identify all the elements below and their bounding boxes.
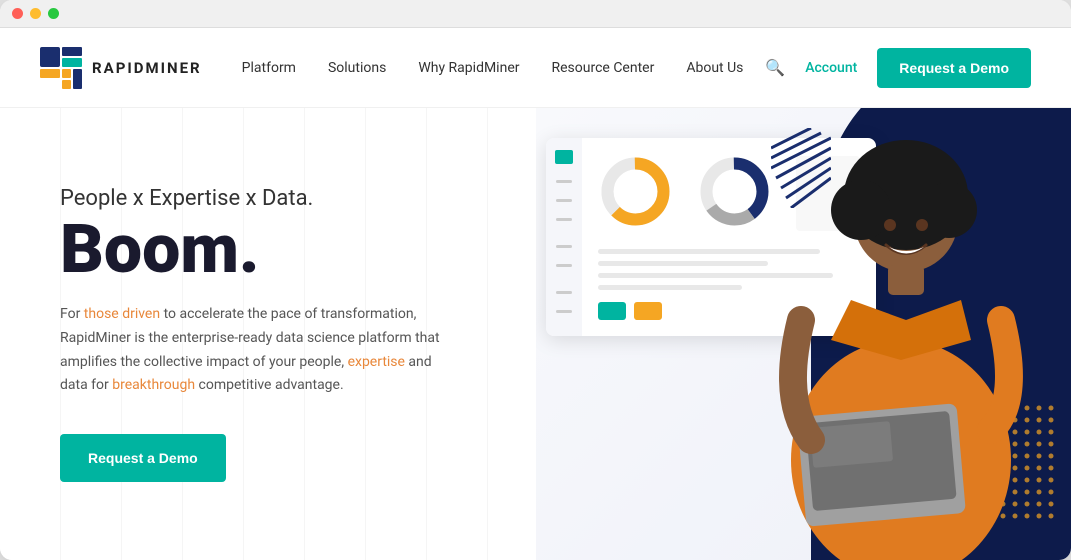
dash-btn-1: [598, 302, 626, 320]
logo-area[interactable]: RAPIDMINER: [40, 47, 202, 89]
close-dot[interactable]: [12, 8, 23, 19]
dash-icon-5: [556, 245, 572, 248]
dash-icon-4: [556, 218, 572, 221]
hero-section: People x Expertise x Data. Boom. For tho…: [0, 108, 1071, 560]
bar-2: [598, 261, 768, 266]
browser-window: RAPIDMINER Platform Solutions Why RapidM…: [0, 0, 1071, 560]
nav-solutions[interactable]: Solutions: [328, 60, 386, 76]
account-link[interactable]: Account: [805, 60, 857, 76]
hero-cta-button[interactable]: Request a Demo: [60, 434, 226, 482]
hero-right: [536, 108, 1071, 560]
nav-why-rapidminer[interactable]: Why RapidMiner: [418, 60, 519, 76]
hero-title: Boom.: [60, 215, 476, 283]
dash-btn-2: [634, 302, 662, 320]
search-icon[interactable]: 🔍: [765, 58, 785, 77]
bar-4: [598, 285, 742, 290]
page-content: RAPIDMINER Platform Solutions Why RapidM…: [0, 28, 1071, 560]
minimize-dot[interactable]: [30, 8, 41, 19]
nav-links: Platform Solutions Why RapidMiner Resour…: [242, 60, 766, 76]
browser-chrome: [0, 0, 1071, 28]
hero-description: For those driven to accelerate the pace …: [60, 303, 450, 398]
request-demo-nav-button[interactable]: Request a Demo: [877, 48, 1031, 88]
maximize-dot[interactable]: [48, 8, 59, 19]
dash-icon-3: [556, 199, 572, 202]
hero-left: People x Expertise x Data. Boom. For tho…: [0, 108, 536, 560]
nav-resource-center[interactable]: Resource Center: [552, 60, 655, 76]
logo-text: RAPIDMINER: [92, 59, 202, 77]
dash-icon-2: [556, 180, 572, 183]
nav-right: 🔍 Account Request a Demo: [765, 48, 1031, 88]
hero-subtitle: People x Expertise x Data.: [60, 186, 476, 211]
dashboard-sidebar: [546, 138, 582, 336]
dash-icon-6: [556, 264, 572, 267]
donut-chart-1: [598, 154, 673, 233]
person-figure: [771, 120, 1031, 560]
donut-chart-2: [697, 154, 772, 233]
dash-icon-8: [556, 310, 572, 313]
nav-platform[interactable]: Platform: [242, 60, 296, 76]
dash-icon-7: [556, 291, 572, 294]
logo-icon: [40, 47, 82, 89]
navbar: RAPIDMINER Platform Solutions Why RapidM…: [0, 28, 1071, 108]
nav-about-us[interactable]: About Us: [686, 60, 743, 76]
dash-icon-1: [555, 150, 573, 164]
